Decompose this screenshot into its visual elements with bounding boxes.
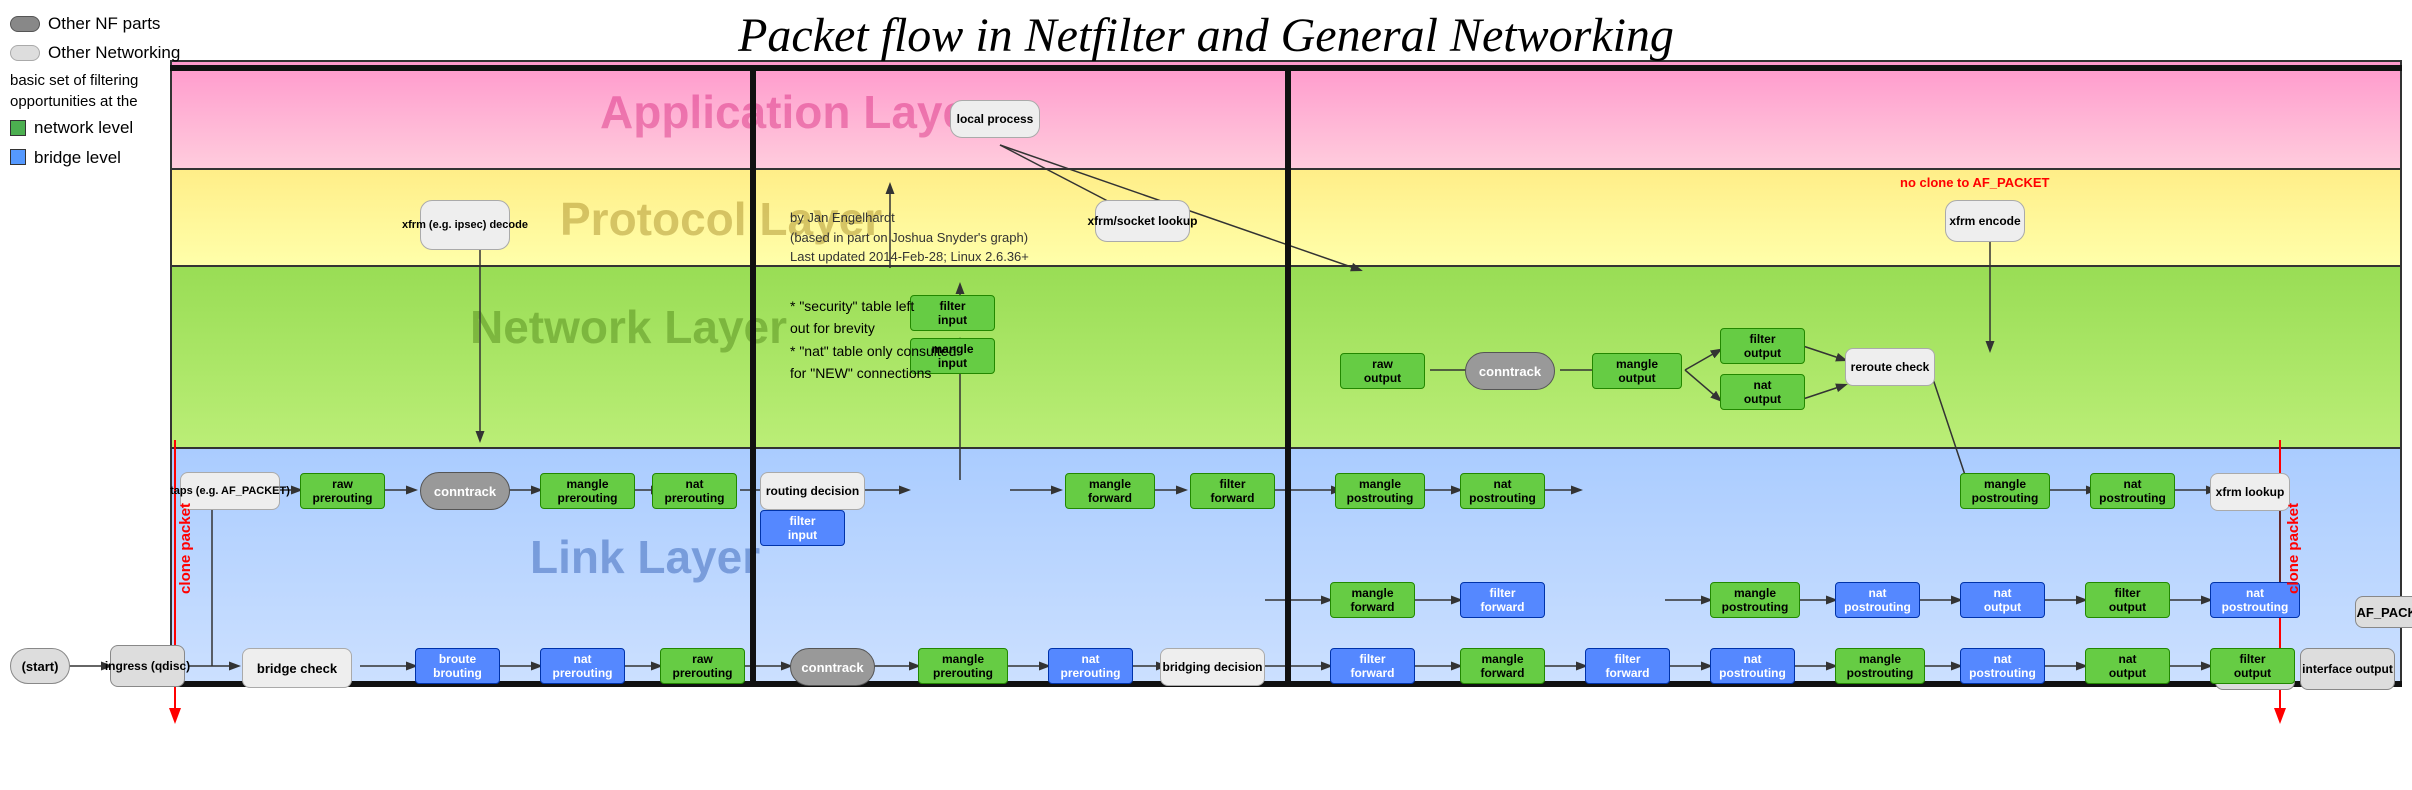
filter-output-link: filteroutput bbox=[2210, 648, 2295, 684]
filter-forward-net: filterforward bbox=[1190, 473, 1275, 509]
start-node: (start) bbox=[10, 648, 70, 684]
taps-node: taps (e.g. AF_PACKET) bbox=[180, 472, 280, 510]
mangle-postrouting-net: manglepostrouting bbox=[1960, 473, 2050, 509]
divider-2 bbox=[1285, 65, 1291, 685]
nat-prerouting2-link: natprerouting bbox=[1048, 648, 1133, 684]
nat-postrouting-link-upper: natpostrouting bbox=[1835, 582, 1920, 618]
page-title: Packet flow in Netfilter and General Net… bbox=[0, 0, 2412, 71]
conntrack-net: conntrack bbox=[420, 472, 510, 510]
mangle-prerouting-link: mangleprerouting bbox=[918, 648, 1008, 684]
nat-postrouting-net2: natpostrouting bbox=[1460, 473, 1545, 509]
legend-blue-icon bbox=[10, 149, 26, 165]
mangle-postrouting-link: manglepostrouting bbox=[1835, 648, 1925, 684]
attribution: by Jan Engelhardt (based in part on Josh… bbox=[790, 208, 1029, 267]
nat-postrouting-net: natpostrouting bbox=[2090, 473, 2175, 509]
filter-input-link: filterinput bbox=[760, 510, 845, 546]
reroute-check-node: reroute check bbox=[1845, 348, 1935, 386]
no-clone-label: no clone to AF_PACKET bbox=[1900, 175, 2050, 190]
bottom-bar bbox=[170, 681, 2402, 687]
mangle-prerouting-net: mangleprerouting bbox=[540, 473, 635, 509]
clone-packet-right: clone packet bbox=[2285, 503, 2302, 594]
bridging-decision-node: bridging decision bbox=[1160, 648, 1265, 686]
filter-forward-link2: filterforward bbox=[1585, 648, 1670, 684]
mangle-forward-link: mangleforward bbox=[1460, 648, 1545, 684]
nat-output-link: natoutput bbox=[2085, 648, 2170, 684]
ingress-node: ingress (qdisc) bbox=[110, 645, 185, 687]
interface-output-node: interface output bbox=[2300, 648, 2395, 690]
mangle-forward-link-upper: mangleforward bbox=[1330, 582, 1415, 618]
mangle-postrouting-net2: manglepostrouting bbox=[1335, 473, 1425, 509]
filter-output-net: filteroutput bbox=[1720, 328, 1805, 364]
routing-decision-net: routing decision bbox=[760, 472, 865, 510]
raw-prerouting-net: rawprerouting bbox=[300, 473, 385, 509]
notes: * "security" table left out for brevity … bbox=[790, 295, 956, 385]
legend-bridge-level: bridge level bbox=[34, 144, 121, 171]
local-process-node: local process bbox=[950, 100, 1040, 138]
xfrm-lookup-node: xfrm lookup bbox=[2210, 473, 2290, 511]
filter-output-link-upper: filteroutput bbox=[2085, 582, 2170, 618]
raw-prerouting-link: rawprerouting bbox=[660, 648, 745, 684]
filter-forward-link1: filterforward bbox=[1330, 648, 1415, 684]
mangle-forward-net: mangleforward bbox=[1065, 473, 1155, 509]
af-packet-node: AF_PACKET bbox=[2355, 596, 2412, 628]
conntrack-output: conntrack bbox=[1465, 352, 1555, 390]
filter-forward-link-upper: filterforward bbox=[1460, 582, 1545, 618]
bridge-check-node: bridge check bbox=[242, 648, 352, 688]
mangle-postrouting-link-upper: manglepostrouting bbox=[1710, 582, 1800, 618]
mangle-output-net: mangleoutput bbox=[1592, 353, 1682, 389]
nat-output-link-upper: natoutput bbox=[1960, 582, 2045, 618]
legend-network-level: network level bbox=[34, 114, 133, 141]
legend-green-icon bbox=[10, 120, 26, 136]
nat-prerouting-link: natprerouting bbox=[540, 648, 625, 684]
xfrm-decode-node: xfrm (e.g. ipsec) decode bbox=[420, 200, 510, 250]
nat-output: natoutput bbox=[1720, 374, 1805, 410]
nat-postrouting-link1: natpostrouting bbox=[1710, 648, 1795, 684]
divider-1 bbox=[750, 65, 756, 685]
clone-packet-left: clone packet bbox=[177, 503, 194, 594]
xfrm-encode-node: xfrm encode bbox=[1945, 200, 2025, 242]
broute-brouting-node: broutebrouting bbox=[415, 648, 500, 684]
nat-prerouting-net: natprerouting bbox=[652, 473, 737, 509]
legend-basic-filter: basic set of filteringopportunities at t… bbox=[10, 72, 138, 110]
raw-output-net: rawoutput bbox=[1340, 353, 1425, 389]
conntrack-link: conntrack bbox=[790, 648, 875, 686]
nat-postrouting-link2: natpostrouting bbox=[1960, 648, 2045, 684]
xfrm-socket-node: xfrm/socket lookup bbox=[1095, 200, 1190, 242]
